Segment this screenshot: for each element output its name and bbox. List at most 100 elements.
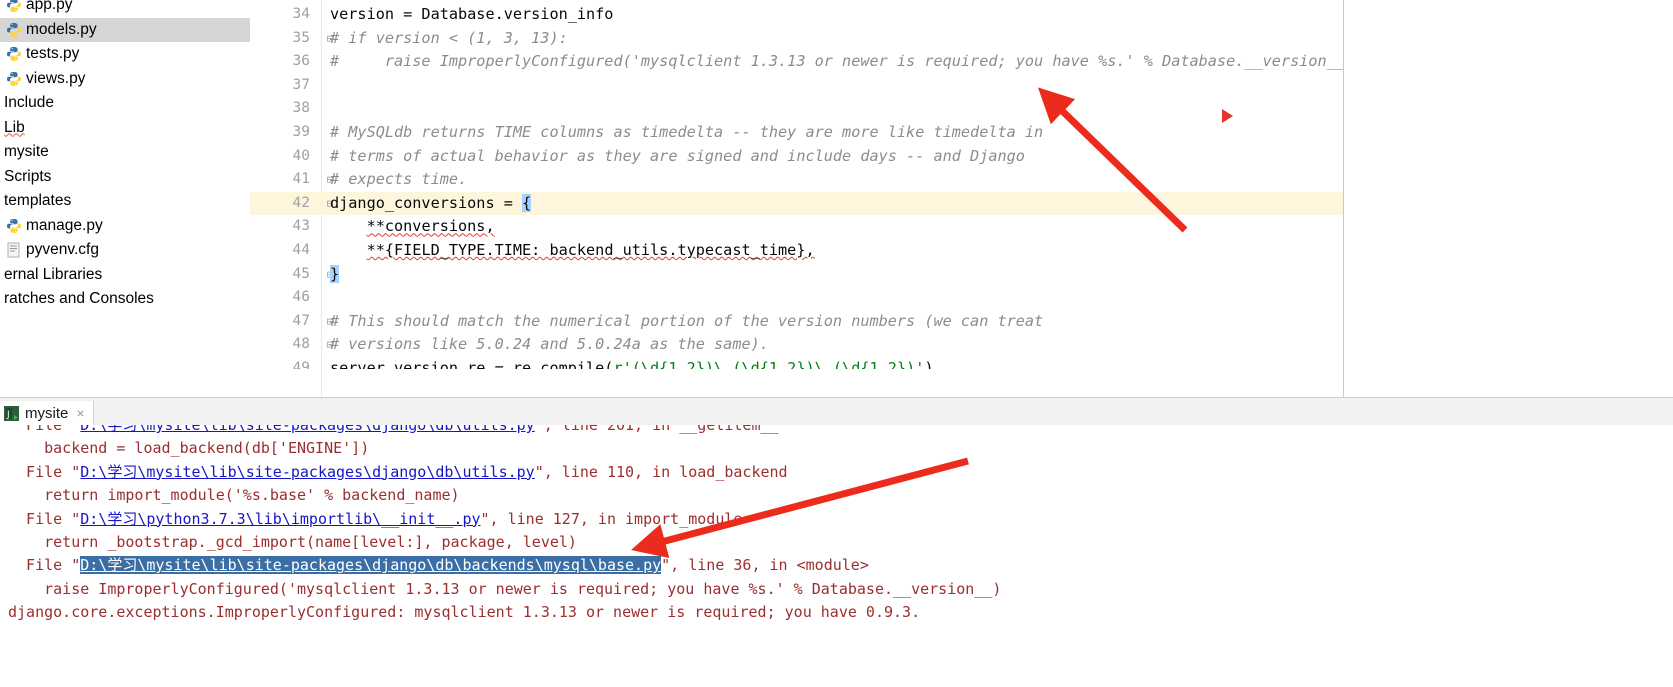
tree-item-mysite[interactable]: mysite — [0, 140, 250, 165]
code-line-45[interactable]: 45⊟} — [250, 263, 1343, 287]
svg-text:J: J — [6, 410, 10, 420]
python-file-icon — [6, 71, 22, 87]
python-file-icon — [6, 218, 22, 234]
code-line-43[interactable]: 43 **conversions, — [250, 215, 1343, 239]
tree-item-tests-py[interactable]: tests.py — [0, 42, 250, 67]
python-file-icon — [6, 22, 22, 38]
tree-item-label: Scripts — [4, 167, 52, 185]
tree-item-label: mysite — [4, 143, 49, 160]
code-text: version = Database.version_info — [330, 5, 614, 23]
line-number: 38 — [292, 100, 310, 117]
file-link[interactable]: D:\学习\python3.7.3\lib\importlib\__init__… — [80, 510, 480, 528]
tree-item-label: views.py — [26, 69, 86, 87]
code-line-46[interactable]: 46 — [250, 286, 1343, 310]
line-number: 47 — [292, 312, 310, 329]
python-file-icon — [6, 46, 22, 62]
tree-item-app-py[interactable]: app.py — [0, 0, 250, 18]
caret-brace-highlight: { — [522, 193, 532, 212]
code-line-37[interactable]: 37 — [250, 74, 1343, 98]
console-line: return import_module('%s.base' % backend… — [8, 486, 460, 505]
tree-item-label: ernal Libraries — [4, 265, 103, 283]
code-line-39[interactable]: 39 # MySQLdb returns TIME columns as time… — [250, 121, 1343, 145]
tree-item-views-py[interactable]: views.py — [0, 67, 250, 92]
code-text: } — [330, 263, 340, 287]
line-number: 44 — [292, 242, 310, 258]
tree-item-models-py[interactable]: models.py — [0, 17, 250, 42]
console-line: django.core.exceptions.ImproperlyConfigu… — [8, 603, 921, 622]
console-line: return _bootstrap._gcd_import(name[level… — [8, 533, 577, 551]
tree-item-label: Include — [4, 94, 54, 111]
line-number: 40 — [292, 147, 310, 164]
line-number: 39 — [292, 124, 310, 140]
line-number: 41 — [292, 171, 310, 188]
code-text: # if version < (1, 3, 13): — [330, 28, 568, 47]
run-console-panel: J mysite × File "D:\学习\mysite\lib\site-p… — [0, 401, 1673, 687]
code-line-42[interactable]: 42 ⊟ django_conversions = { — [250, 191, 1343, 216]
console-line: raise ImproperlyConfigured('mysqlclient … — [8, 579, 1002, 598]
tree-item-include[interactable]: Include — [0, 91, 250, 116]
code-editor[interactable]: 34 version = Database.version_info 35 ⊟ # if… — [250, 0, 1343, 397]
matching-brace-highlight: } — [330, 264, 340, 283]
console-line: File "D:\学习\mysite\lib\site-packages\dja… — [8, 425, 779, 437]
line-number: 36 — [292, 53, 310, 70]
file-link-selected[interactable]: D:\学习\mysite\lib\site-packages\django\db… — [80, 556, 662, 575]
project-tree-sidebar[interactable]: app.py models.py tests.py views.py Includ… — [0, 0, 251, 397]
line-number: 35 — [292, 29, 310, 46]
code-line-47[interactable]: 47 ⊟ # This should match the numerical por… — [250, 310, 1343, 334]
code-text: # This should match the numerical portio… — [330, 311, 1044, 330]
tree-item-scripts[interactable]: Scripts — [0, 165, 250, 190]
code-text: **conversions, — [366, 217, 495, 236]
line-number: 46 — [292, 289, 310, 306]
close-icon[interactable]: × — [76, 405, 84, 421]
console-output[interactable]: File "D:\学习\mysite\lib\site-packages\dja… — [0, 425, 1673, 687]
line-number: 49 — [292, 360, 310, 369]
tree-item-label: ratches and Consoles — [4, 290, 154, 307]
line-number: 45 — [292, 265, 310, 282]
file-link[interactable]: D:\学习\mysite\lib\site-packages\django\db… — [80, 463, 534, 481]
console-tab-mysite[interactable]: J mysite × — [0, 401, 94, 425]
python-file-icon — [6, 0, 22, 13]
run-config-icon: J — [4, 405, 19, 421]
tree-item-label: pyvenv.cfg — [26, 241, 99, 258]
code-text: # MySQLdb returns TIME columns as timede… — [330, 123, 1044, 141]
tree-item-label: app.py — [26, 0, 73, 13]
line-number: 37 — [292, 76, 310, 93]
code-line-41[interactable]: 41 ⊟ # expects time. — [250, 168, 1343, 192]
tree-item-label: manage.py — [26, 216, 103, 234]
console-line: File "D:\学习\mysite\lib\site-packages\dja… — [8, 462, 788, 481]
tree-item-ratches-and-consoles[interactable]: ratches and Consoles — [0, 287, 250, 312]
tree-item-label: models.py — [26, 20, 97, 38]
file-link[interactable]: D:\学习\mysite\lib\site-packages\django\db… — [80, 425, 534, 434]
line-number: 48 — [292, 336, 310, 353]
tree-item-lib[interactable]: Lib — [0, 116, 250, 141]
code-line-34[interactable]: 34 version = Database.version_info — [250, 3, 1343, 27]
tree-item-label: Lib — [4, 118, 25, 136]
tree-item-label: templates — [4, 192, 72, 209]
line-number: 34 — [292, 6, 310, 22]
ide-top-region: app.py models.py tests.py views.py Includ… — [0, 0, 1673, 397]
code-line-49[interactable]: 49 server_version_re = re.compile(r'(\d{1… — [250, 357, 1343, 369]
tree-item-ernal-libraries[interactable]: ernal Libraries — [0, 263, 250, 288]
code-text: **{FIELD_TYPE.TIME: backend_utils.typeca… — [366, 241, 815, 259]
line-number: 42 — [292, 194, 310, 211]
console-tab-label: mysite — [25, 404, 69, 422]
tree-item-manage-py[interactable]: manage.py — [0, 214, 250, 239]
console-line: backend = load_backend(db['ENGINE']) — [8, 439, 370, 458]
code-line-40[interactable]: 40 # terms of actual behavior as they are… — [250, 145, 1343, 169]
code-line-35[interactable]: 35 ⊟ # if version < (1, 3, 13): — [250, 27, 1343, 51]
tree-item-label: tests.py — [26, 45, 80, 62]
code-text: # expects time. — [330, 170, 468, 189]
red-triangle-marker — [1222, 109, 1233, 123]
code-text: # versions like 5.0.24 and 5.0.24a as th… — [330, 335, 769, 354]
config-file-icon — [6, 242, 22, 258]
console-tab-bar: J mysite × — [0, 401, 1673, 426]
code-line-36[interactable]: 36 # raise ImproperlyConfigured('mysqlcli… — [250, 50, 1343, 74]
code-line-48[interactable]: 48 ⊟ # versions like 5.0.24 and 5.0.24a as… — [250, 333, 1343, 357]
tree-item-templates[interactable]: templates — [0, 189, 250, 214]
console-line: File "D:\学习\python3.7.3\lib\importlib\__… — [8, 509, 743, 528]
code-text: server_version_re = re.compile(r'(\d{1,2… — [330, 359, 934, 369]
tree-item-pyvenv-cfg[interactable]: pyvenv.cfg — [0, 238, 250, 263]
console-line: File "D:\学习\mysite\lib\site-packages\dja… — [8, 556, 869, 575]
code-line-44[interactable]: 44 **{FIELD_TYPE.TIME: backend_utils.typ… — [250, 239, 1343, 263]
code-line-38[interactable]: 38 — [250, 97, 1343, 121]
